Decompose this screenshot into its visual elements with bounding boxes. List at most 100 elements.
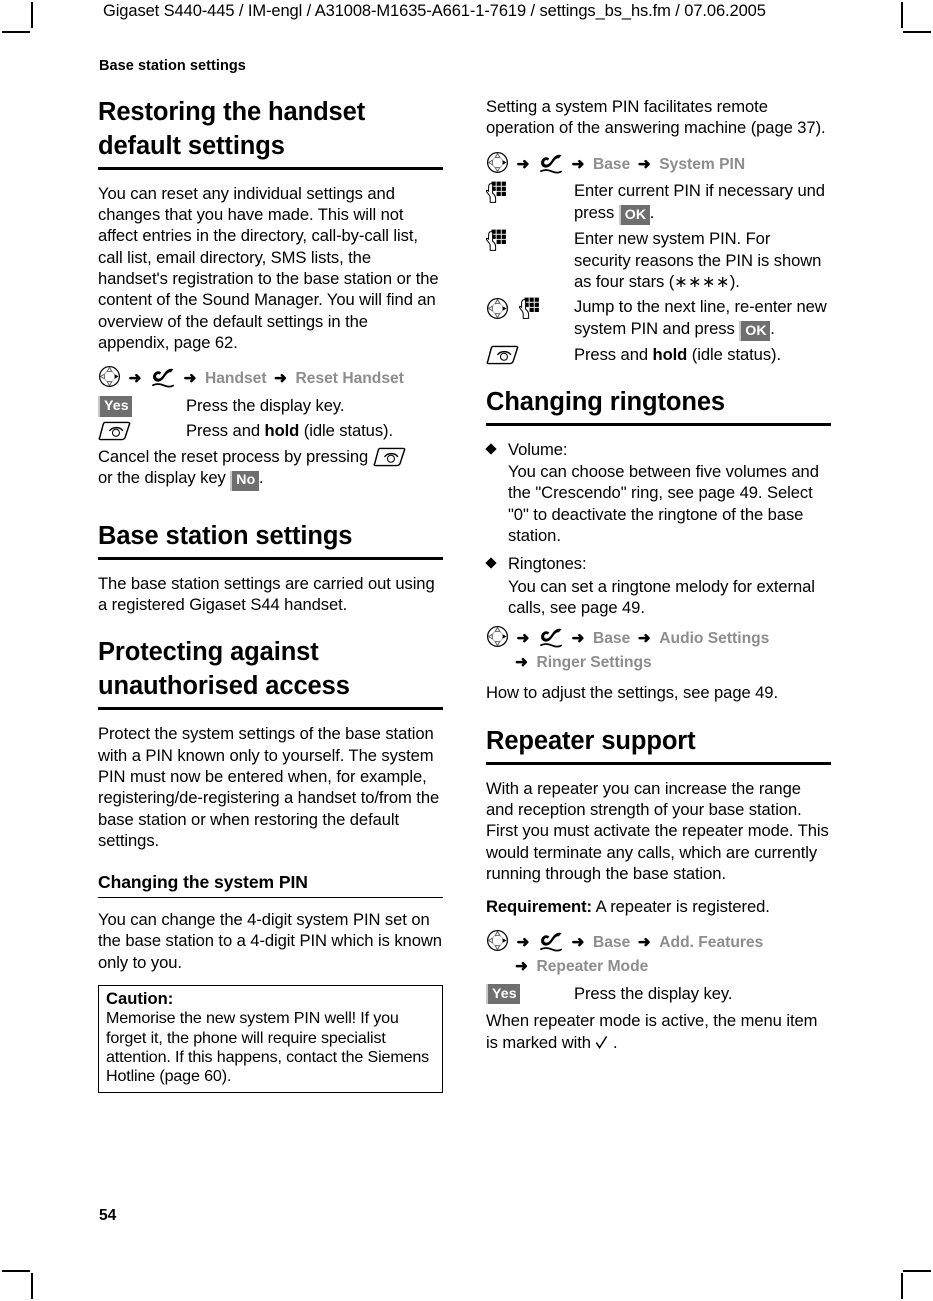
heading-repeater-support: Repeater support — [486, 726, 696, 755]
heading-rule — [486, 761, 831, 765]
keypad-digit-icon — [519, 298, 540, 320]
step-reenter-new-pin: Jump to the next line, re-enter new syst… — [486, 296, 831, 342]
navigation-key-icon — [99, 366, 120, 388]
caution-body: Memorise the new system PIN well! If you… — [106, 1009, 430, 1086]
menu-item-base[interactable]: Base — [593, 156, 630, 173]
step-icon-cell — [486, 296, 574, 320]
arrow-icon: ➜ — [516, 934, 530, 952]
menu-item-reset-handset[interactable]: Reset Handset — [296, 370, 404, 387]
menu-item-ringer-settings[interactable]: Ringer Settings — [537, 654, 652, 671]
menu-path-indent-row: ➜ Ringer Settings — [486, 651, 831, 675]
settings-tool-icon — [540, 154, 562, 174]
step-icon-cell — [98, 420, 186, 441]
heading-changing-system-pin: Changing the system PIN — [98, 872, 308, 893]
display-key-yes[interactable]: Yes — [486, 984, 521, 1005]
text-after: (idle status). — [299, 420, 394, 440]
arrow-icon: ➜ — [274, 370, 288, 388]
arrow-icon: ➜ — [637, 155, 651, 173]
step-press-yes-repeater: Yes Press the display key. — [486, 983, 831, 1005]
bullet-label-ringtones: Ringtones: — [508, 554, 587, 574]
diamond-bullet-icon — [485, 442, 497, 455]
paragraph-protect-system-settings: Protect the system settings of the base … — [98, 724, 440, 850]
settings-tool-icon — [152, 369, 174, 388]
menu-path-audio-settings: ➜ ➜ Base ➜ Audio Settings ➜ Ringer Setti… — [486, 625, 831, 674]
paragraph-how-to-adjust: How to adjust the settings, see page 49. — [486, 683, 778, 703]
paragraph-reset-description: You can reset any individual settings an… — [98, 183, 439, 352]
step-text-press-display-key: Press the display key. — [574, 983, 733, 1003]
heading-base-station-settings: Base station settings — [98, 521, 353, 550]
arrow-icon: ➜ — [516, 155, 530, 173]
left-column: Restoring the handset default settings Y… — [98, 96, 443, 1094]
heading-protecting-unauthorised-access: Protecting against unauthorised access — [98, 638, 350, 701]
text-before: Enter current PIN if necessary und press — [574, 181, 825, 222]
step-icon-cell — [486, 344, 574, 365]
display-key-ok[interactable]: OK — [618, 205, 650, 226]
step-icon-cell — [486, 228, 574, 252]
menu-item-add-features[interactable]: Add. Features — [659, 934, 763, 951]
text-after: . — [613, 1032, 618, 1052]
keypad-digit-icon — [486, 229, 506, 252]
step-text-enter-current-pin: Enter current PIN if necessary und press… — [574, 180, 831, 226]
keypad-digit-icon — [486, 181, 506, 204]
arrow-icon: ➜ — [637, 630, 651, 648]
arrow-icon: ➜ — [571, 630, 585, 648]
menu-item-handset[interactable]: Handset — [205, 370, 267, 387]
display-key-yes[interactable]: Yes — [98, 396, 133, 417]
settings-tool-icon — [540, 628, 562, 648]
caution-box: Caution: Memorise the new system PIN wel… — [98, 984, 443, 1094]
heading-rule — [98, 707, 443, 711]
menu-item-base[interactable]: Base — [593, 934, 630, 951]
arrow-icon: ➜ — [571, 155, 585, 173]
text-after: (idle status). — [687, 345, 782, 365]
text-hold: hold — [264, 420, 300, 440]
arrow-icon: ➜ — [571, 934, 585, 952]
list-item: Ringtones: — [485, 553, 831, 574]
text-after: ). — [729, 271, 740, 291]
heading-changing-ringtones: Changing ringtones — [486, 387, 726, 416]
step-icon-cell: Yes — [486, 983, 574, 1005]
menu-item-base[interactable]: Base — [593, 630, 630, 647]
paragraph-change-4-digit-pin: You can change the 4-digit system PIN se… — [98, 910, 442, 972]
step-enter-new-pin: Enter new system PIN. For security reaso… — [486, 228, 831, 293]
page-body: Restoring the handset default settings Y… — [0, 0, 933, 1301]
menu-item-system-pin[interactable]: System PIN — [659, 156, 745, 173]
right-column: Setting a system PIN facilitates remote … — [485, 96, 831, 1065]
bullet-label-volume: Volume: — [508, 439, 568, 459]
step-text-enter-new-pin: Enter new system PIN. For security reaso… — [574, 228, 831, 293]
ringtone-bullet-list: Volume: You can choose between five volu… — [485, 439, 831, 619]
arrow-icon: ➜ — [516, 630, 530, 648]
menu-item-repeater-mode[interactable]: Repeater Mode — [537, 958, 649, 975]
step-text-press-hold: Press and hold (idle status). — [186, 420, 443, 441]
arrow-icon: ➜ — [637, 934, 651, 952]
heading-rule — [98, 166, 443, 170]
text-before: Press and — [574, 345, 653, 365]
paragraph-repeater-active: When repeater mode is active, the menu i… — [486, 1010, 831, 1053]
paragraph-base-station-settings: The base station settings are carried ou… — [98, 573, 435, 615]
step-text-press-display-key: Press the display key. — [186, 395, 345, 415]
menu-item-audio-settings[interactable]: Audio Settings — [659, 630, 769, 647]
arrow-icon: ➜ — [515, 653, 528, 671]
bullet-text-volume: You can choose between five volumes and … — [508, 461, 819, 545]
text-after: . — [649, 202, 655, 222]
paragraph-requirement: Requirement: A repeater is registered. — [486, 896, 831, 917]
cancel-text-a: Cancel the reset process by pressing — [98, 446, 369, 466]
display-key-no[interactable]: No — [230, 470, 259, 491]
text-hold: hold — [652, 345, 688, 365]
step-press-hold-hangup: Press and hold (idle status). — [98, 420, 443, 441]
menu-path-indent-row: ➜ Repeater Mode — [486, 955, 831, 979]
arrow-icon: ➜ — [128, 370, 142, 388]
requirement-label: Requirement: — [486, 897, 592, 917]
subheading-rule — [98, 897, 443, 899]
text-before: Press and — [186, 420, 265, 440]
cancel-text-b: or the display key — [98, 468, 226, 488]
step-icon-cell — [486, 180, 574, 204]
checkmark-icon — [596, 1035, 608, 1049]
menu-path-system-pin: ➜ ➜ Base ➜ System PIN — [486, 151, 831, 177]
paragraph-cancel-reset: Cancel the reset process by pressing or … — [98, 446, 443, 491]
display-key-ok[interactable]: OK — [739, 321, 771, 342]
step-icon-cell: Yes — [98, 395, 186, 417]
